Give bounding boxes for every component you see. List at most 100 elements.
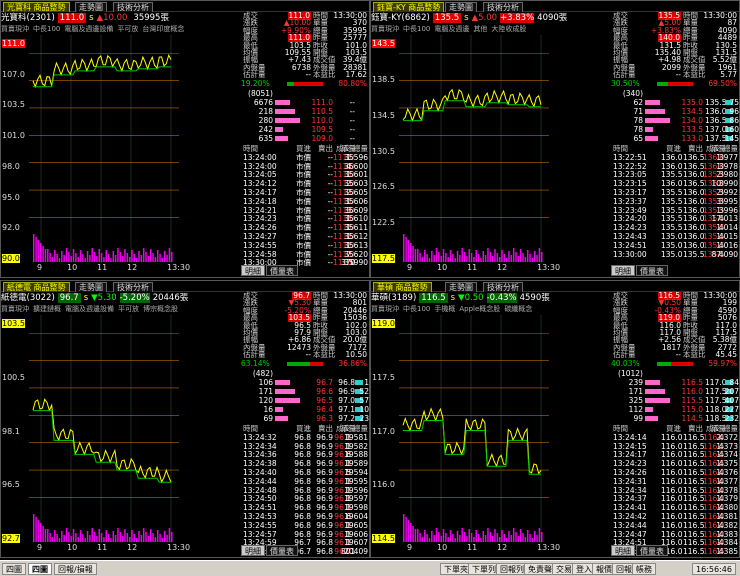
tool-link[interactable]: 中長100 bbox=[403, 25, 430, 33]
x-axis-label: 10 bbox=[437, 263, 448, 272]
volume-bar bbox=[63, 255, 65, 262]
tab-1[interactable]: 走勢圖 bbox=[445, 2, 477, 12]
quote-value: -- bbox=[305, 70, 311, 80]
bid-bar bbox=[645, 100, 660, 105]
sub-tab[interactable]: 明細 bbox=[241, 545, 265, 556]
bid-bar bbox=[275, 109, 295, 114]
tab-2[interactable]: 技術分析 bbox=[483, 2, 523, 12]
sub-tab[interactable]: 明細 bbox=[611, 545, 635, 556]
sub-tab[interactable]: 價量表 bbox=[636, 265, 668, 276]
volume-bar bbox=[63, 535, 65, 542]
symbol-name[interactable]: 紙德電(3022) bbox=[1, 293, 55, 303]
ratio-fill bbox=[667, 82, 693, 86]
book-row: 239 116.5 117.0 84 bbox=[611, 378, 739, 387]
volume-bar bbox=[435, 248, 438, 262]
symbol-name[interactable]: 光寶科(2301) bbox=[1, 13, 55, 23]
tool-link[interactable]: 擴建鏈概 bbox=[33, 305, 61, 313]
tool-link[interactable]: 中長100 bbox=[403, 305, 430, 313]
volume-bar bbox=[100, 253, 103, 262]
sub-tab[interactable]: 明細 bbox=[241, 265, 265, 276]
tab-2[interactable]: 技術分析 bbox=[483, 282, 523, 292]
tool-link[interactable]: 買賣現沖 bbox=[371, 25, 399, 33]
tool-link[interactable]: 其他 bbox=[473, 25, 487, 33]
volume-bar bbox=[72, 529, 75, 542]
tool-link[interactable]: 電腦及週邊設備 bbox=[65, 305, 114, 313]
sub-tab[interactable]: 價量表 bbox=[266, 265, 298, 276]
volume-bar bbox=[505, 538, 508, 542]
tool-link[interactable]: 大陸收成股 bbox=[491, 25, 526, 33]
x-axis-label: 11 bbox=[467, 543, 478, 552]
volume-bar bbox=[44, 249, 47, 262]
y-axis-label: 143.5 bbox=[372, 39, 395, 48]
tool-link[interactable]: 手機概 bbox=[434, 305, 455, 313]
volume-bar bbox=[473, 257, 475, 262]
ask-volume: 1 bbox=[364, 378, 369, 387]
volume-bar bbox=[145, 532, 147, 542]
tool-link[interactable]: 電腦及週邊設備 bbox=[64, 25, 113, 33]
volume-bar bbox=[466, 536, 468, 542]
volume-bar bbox=[508, 251, 510, 262]
tab-1[interactable]: 走勢圖 bbox=[445, 282, 477, 292]
tool-link[interactable]: 買賣現沖 bbox=[371, 305, 399, 313]
tool-link[interactable]: 中長100 bbox=[33, 25, 60, 33]
volume-bar bbox=[84, 258, 86, 262]
tab-0[interactable]: 華碩 商品整勢 bbox=[373, 282, 432, 292]
book-row: 120 96.5 97.0 57 bbox=[241, 396, 369, 405]
volume-bar bbox=[405, 237, 407, 262]
bid-price: 109.0 bbox=[311, 134, 333, 143]
tool-link[interactable]: 電腦及週邊 bbox=[434, 25, 469, 33]
sub-tab[interactable]: 價量表 bbox=[266, 545, 298, 556]
volume-bar bbox=[138, 531, 140, 542]
bid-volume: 78 bbox=[633, 116, 643, 125]
bid-volume: 112 bbox=[628, 405, 643, 414]
volume-bar bbox=[103, 537, 105, 542]
volume-bar bbox=[440, 256, 442, 262]
volume-bar bbox=[445, 253, 447, 262]
volume-bar bbox=[119, 252, 122, 262]
volume: 4590張 bbox=[519, 293, 550, 303]
tool-link[interactable]: Apple概念股 bbox=[459, 305, 500, 313]
average-line bbox=[33, 66, 171, 88]
volume-bar bbox=[161, 538, 164, 542]
book-row: 171 96.6 96.9 52 bbox=[241, 387, 369, 396]
tool-link[interactable]: 博宗概念股 bbox=[143, 305, 178, 313]
volume-bar bbox=[47, 529, 49, 542]
tool-link[interactable]: 買賣現沖 bbox=[1, 25, 29, 33]
symbol-name[interactable]: 鈺寶-KY(6862) bbox=[371, 13, 430, 23]
book-head: (482) bbox=[241, 369, 369, 378]
tool-link[interactable]: 碳纖概念 bbox=[504, 305, 532, 313]
sub-tabs: 明細 價量表 bbox=[241, 265, 369, 277]
tab-1[interactable]: 走勢圖 bbox=[75, 282, 107, 292]
volume-bar bbox=[496, 253, 499, 262]
volume-bar bbox=[445, 533, 447, 542]
buy-sell-ratio: 40.03% 59.97% bbox=[611, 360, 739, 368]
tool-link[interactable]: 平可放 bbox=[117, 25, 138, 33]
tool-link[interactable]: 平可放 bbox=[118, 305, 139, 313]
status-tab[interactable]: 回報/損報 bbox=[54, 563, 97, 575]
tab-0[interactable]: 紙德電 商品整勢 bbox=[3, 282, 70, 292]
ratio-right: 36.86% bbox=[338, 359, 367, 368]
bid-volume: 171 bbox=[258, 387, 273, 396]
order-book: (482) 106 96.7 96.8 1 171 96.6 96.9 52 120 96.5 97.… bbox=[241, 369, 369, 425]
right-panel: 成交 96.7 時間 13:30:00 漲跌 ▼5.30 單量 801 幅度 -5.20% 總量 20… bbox=[241, 291, 369, 557]
ratio-bar bbox=[287, 362, 323, 366]
status-tab[interactable]: 四圖 bbox=[28, 563, 52, 575]
tool-link[interactable]: 買賣現沖 bbox=[1, 305, 29, 313]
tab-2[interactable]: 技術分析 bbox=[113, 2, 153, 12]
tab-2[interactable]: 技術分析 bbox=[113, 282, 153, 292]
volume-bar bbox=[72, 249, 75, 262]
volume-bar bbox=[508, 531, 510, 542]
status-button[interactable]: 帳務 bbox=[632, 563, 656, 575]
quote-table: 成交 135.5 時間 13:30:00 漲跌 ▲5.00 單量 87 幅度 +3.83% 總量 40… bbox=[611, 11, 739, 79]
tab-1[interactable]: 走勢圖 bbox=[75, 2, 107, 12]
tool-link[interactable]: 台灣印度概念 bbox=[142, 25, 184, 33]
volume-bar bbox=[519, 249, 522, 262]
status-tab[interactable]: 四圖 bbox=[2, 563, 26, 575]
tab-0[interactable]: 光寶科 商品整勢 bbox=[3, 2, 70, 12]
sub-tab[interactable]: 明細 bbox=[611, 265, 635, 276]
price-line bbox=[32, 53, 172, 89]
symbol-name[interactable]: 華碩(3189) bbox=[371, 293, 416, 303]
volume-bar bbox=[449, 530, 452, 542]
tab-0[interactable]: 鈺寶-KY 商品整勢 bbox=[373, 2, 445, 12]
sub-tab[interactable]: 價量表 bbox=[636, 545, 668, 556]
